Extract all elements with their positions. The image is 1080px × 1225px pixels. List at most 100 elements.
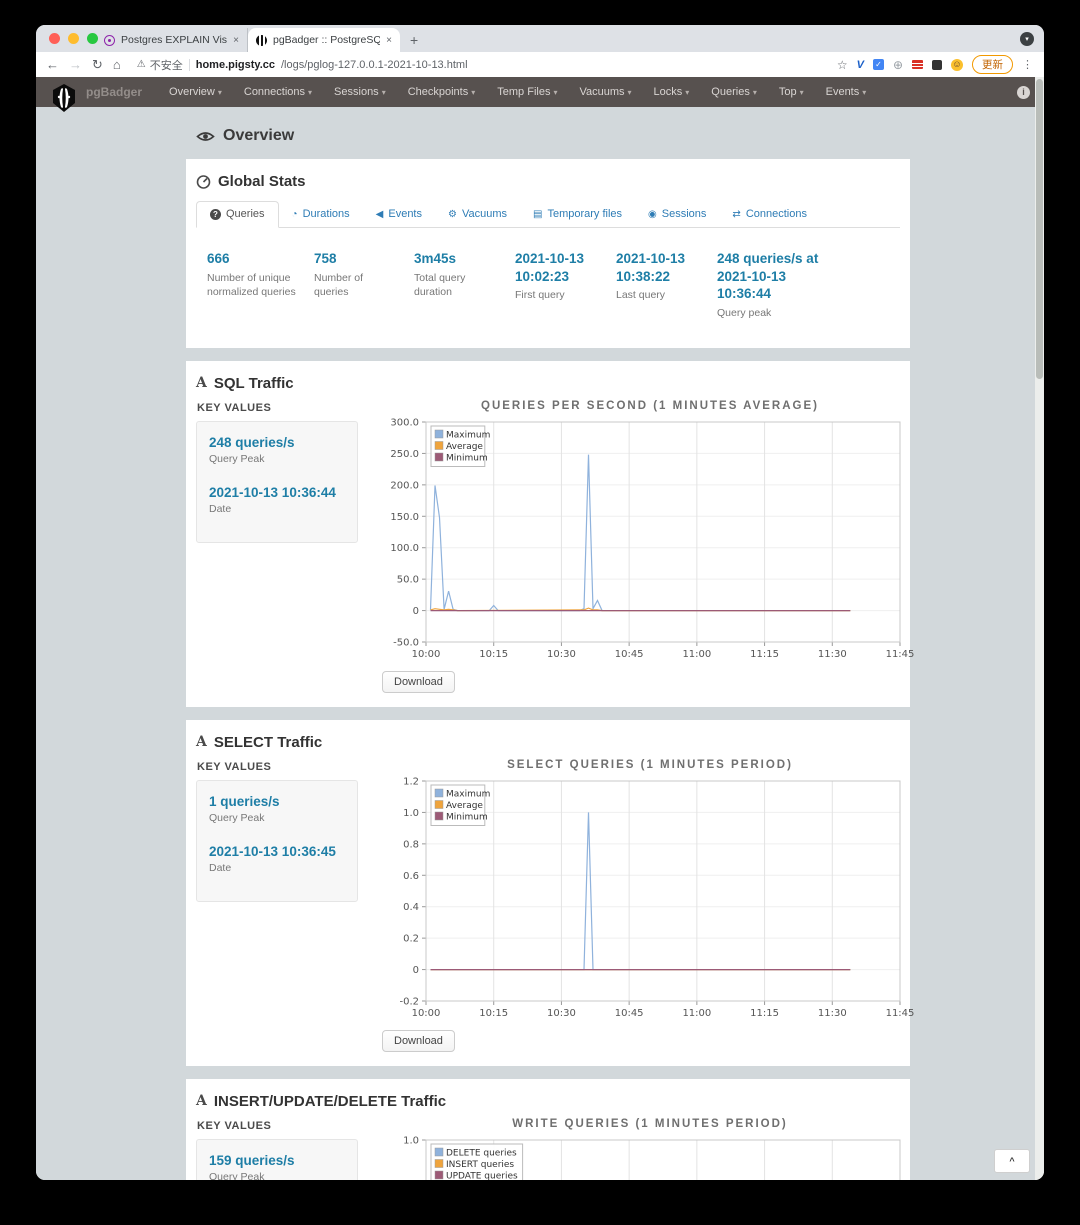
nav-item-checkpoints[interactable]: Checkpoints▾: [399, 82, 485, 102]
svg-text:Minimum: Minimum: [446, 812, 488, 822]
minimize-window-button[interactable]: [68, 33, 79, 44]
forward-icon[interactable]: →: [69, 57, 82, 72]
stat-value: 2021-10-13 10:02:23: [515, 250, 602, 285]
tab-title: pgBadger :: PostgreSQL Log A: [273, 34, 380, 46]
bookmark-star-icon[interactable]: ☆: [837, 58, 848, 72]
page-title: Overview: [223, 127, 294, 145]
nav-item-queries[interactable]: Queries▾: [702, 82, 766, 102]
info-icon[interactable]: i: [1017, 86, 1030, 99]
extension-blue-icon[interactable]: ✓: [873, 59, 884, 70]
svg-text:11:15: 11:15: [750, 1008, 779, 1019]
extensions-puzzle-icon[interactable]: [932, 60, 942, 70]
chevron-down-icon: ▾: [628, 88, 632, 97]
tab-label: Sessions: [662, 208, 707, 220]
extension-v-icon[interactable]: V: [857, 59, 864, 71]
chrome-update-button[interactable]: 更新: [972, 55, 1013, 74]
download-button[interactable]: Download: [382, 1030, 455, 1052]
browser-tab-pev2[interactable]: Postgres EXPLAIN Visualizer 2 ×: [96, 28, 248, 52]
svg-text:Average: Average: [446, 801, 483, 811]
address-bar[interactable]: ⚠ 不安全 home.pigsty.cc/logs/pglog-127.0.0.…: [137, 57, 827, 73]
chart-title: SELECT QUERIES (1 MINUTES PERIOD): [382, 759, 918, 771]
global-stats-panel: Global Stats ?Queries◔Durations ◀ Events ⚙V…: [186, 159, 910, 348]
stat-value: 3m45s: [414, 250, 501, 268]
svg-text:0.4: 0.4: [403, 902, 419, 913]
queries-per-second-chart[interactable]: 300.0250.0200.0150.0100.050.00-50.010:00…: [382, 414, 918, 662]
key-values-heading: KEY VALUES: [197, 1120, 374, 1132]
select-queries-chart[interactable]: 1.21.00.80.60.40.20-0.210:0010:1510:3010…: [382, 773, 918, 1021]
pgbadger-favicon: [256, 35, 267, 46]
extension-red-icon[interactable]: [912, 60, 923, 69]
svg-text:0.8: 0.8: [403, 1179, 419, 1180]
svg-text:0.6: 0.6: [403, 871, 419, 882]
stat-column: 666Number of unique normalized queries: [207, 250, 314, 320]
svg-text:Maximum: Maximum: [446, 430, 490, 440]
svg-text:11:45: 11:45: [886, 1008, 915, 1019]
tab-queries[interactable]: ?Queries: [196, 201, 279, 228]
nav-item-locks[interactable]: Locks▾: [645, 82, 699, 102]
nav-item-connections[interactable]: Connections▾: [235, 82, 321, 102]
tab-temporary-files[interactable]: ▤Temporary files: [520, 201, 635, 228]
tab-durations[interactable]: ◔Durations: [279, 201, 363, 228]
stat-value: 666: [207, 250, 300, 268]
browser-toolbar: ← → ↻ ⌂ ⚠ 不安全 home.pigsty.cc/logs/pglog-…: [36, 52, 1044, 77]
svg-text:11:30: 11:30: [818, 1008, 847, 1019]
close-tab-icon[interactable]: ×: [386, 35, 392, 46]
peak-date-value: 2021-10-13 10:36:44: [209, 485, 345, 500]
svg-text:11:00: 11:00: [682, 649, 711, 660]
write-queries-chart[interactable]: 1.00.80.60.40.20-0.210:0010:1510:3010:45…: [382, 1132, 918, 1180]
download-button[interactable]: Download: [382, 671, 455, 693]
stat-label: Last query: [616, 288, 703, 302]
page-scrollbar[interactable]: [1035, 77, 1044, 1180]
stat-label: Query peak: [717, 306, 833, 320]
tab-label: Durations: [303, 208, 350, 220]
chevron-down-icon: ▾: [753, 88, 757, 97]
home-icon[interactable]: ⌂: [113, 57, 121, 72]
chevron-down-icon: ▾: [218, 88, 222, 97]
stat-value: 248 queries/s at 2021-10-13 10:36:44: [717, 250, 833, 303]
window-controls: [49, 33, 98, 44]
bullhorn-icon: ◀: [376, 209, 384, 220]
scrollbar-thumb[interactable]: [1036, 79, 1043, 379]
nav-item-temp-files[interactable]: Temp Files▾: [488, 82, 566, 102]
security-warning[interactable]: ⚠ 不安全: [137, 57, 183, 73]
query-peak-value: 1 queries/s: [209, 794, 345, 809]
nav-item-sessions[interactable]: Sessions▾: [325, 82, 395, 102]
alert-triangle-icon: ⚠: [137, 59, 146, 70]
back-icon[interactable]: ←: [46, 57, 59, 72]
reload-icon[interactable]: ↻: [92, 57, 103, 73]
tab-label: Events: [388, 208, 422, 220]
svg-text:100.0: 100.0: [390, 543, 419, 554]
back-to-top-button[interactable]: ^: [994, 1149, 1030, 1173]
nav-item-top[interactable]: Top▾: [770, 82, 813, 102]
stat-label: Number of queries: [314, 271, 400, 299]
tab-events[interactable]: ◀ Events: [363, 201, 435, 228]
tab-search-button[interactable]: ▾: [1020, 32, 1034, 46]
svg-text:0: 0: [413, 606, 419, 617]
stat-value: 2021-10-13 10:38:22: [616, 250, 703, 285]
pev2-favicon: [104, 35, 115, 46]
browser-tab-pgbadger[interactable]: pgBadger :: PostgreSQL Log A ×: [248, 28, 400, 52]
global-stats-values: 666Number of unique normalized queries75…: [186, 228, 910, 334]
tab-connections[interactable]: ⇄Connections: [719, 201, 820, 228]
nav-item-vacuums[interactable]: Vacuums▾: [570, 82, 640, 102]
svg-text:10:30: 10:30: [547, 1008, 576, 1019]
extension-emoji-icon[interactable]: ☺: [951, 59, 963, 71]
new-tab-button[interactable]: +: [410, 32, 418, 48]
chevron-down-icon: ▾: [308, 88, 312, 97]
panel-title: Global Stats: [218, 173, 306, 190]
url-domain: home.pigsty.cc: [196, 59, 275, 71]
svg-text:0.8: 0.8: [403, 839, 419, 850]
nav-item-events[interactable]: Events▾: [817, 82, 876, 102]
key-values-heading: KEY VALUES: [197, 761, 374, 773]
nav-item-overview[interactable]: Overview▾: [160, 82, 231, 102]
chart-title: WRITE QUERIES (1 MINUTES PERIOD): [382, 1118, 918, 1130]
font-a-icon: A: [196, 734, 207, 750]
tab-sessions[interactable]: ◉Sessions: [635, 201, 719, 228]
query-peak-value: 248 queries/s: [209, 435, 345, 450]
close-tab-icon[interactable]: ×: [233, 35, 239, 46]
zoom-window-button[interactable]: [87, 33, 98, 44]
extension-globe-icon[interactable]: ⊕: [893, 58, 903, 72]
tab-vacuums[interactable]: ⚙Vacuums: [435, 201, 520, 228]
browser-menu-icon[interactable]: ⋮: [1022, 58, 1034, 71]
close-window-button[interactable]: [49, 33, 60, 44]
